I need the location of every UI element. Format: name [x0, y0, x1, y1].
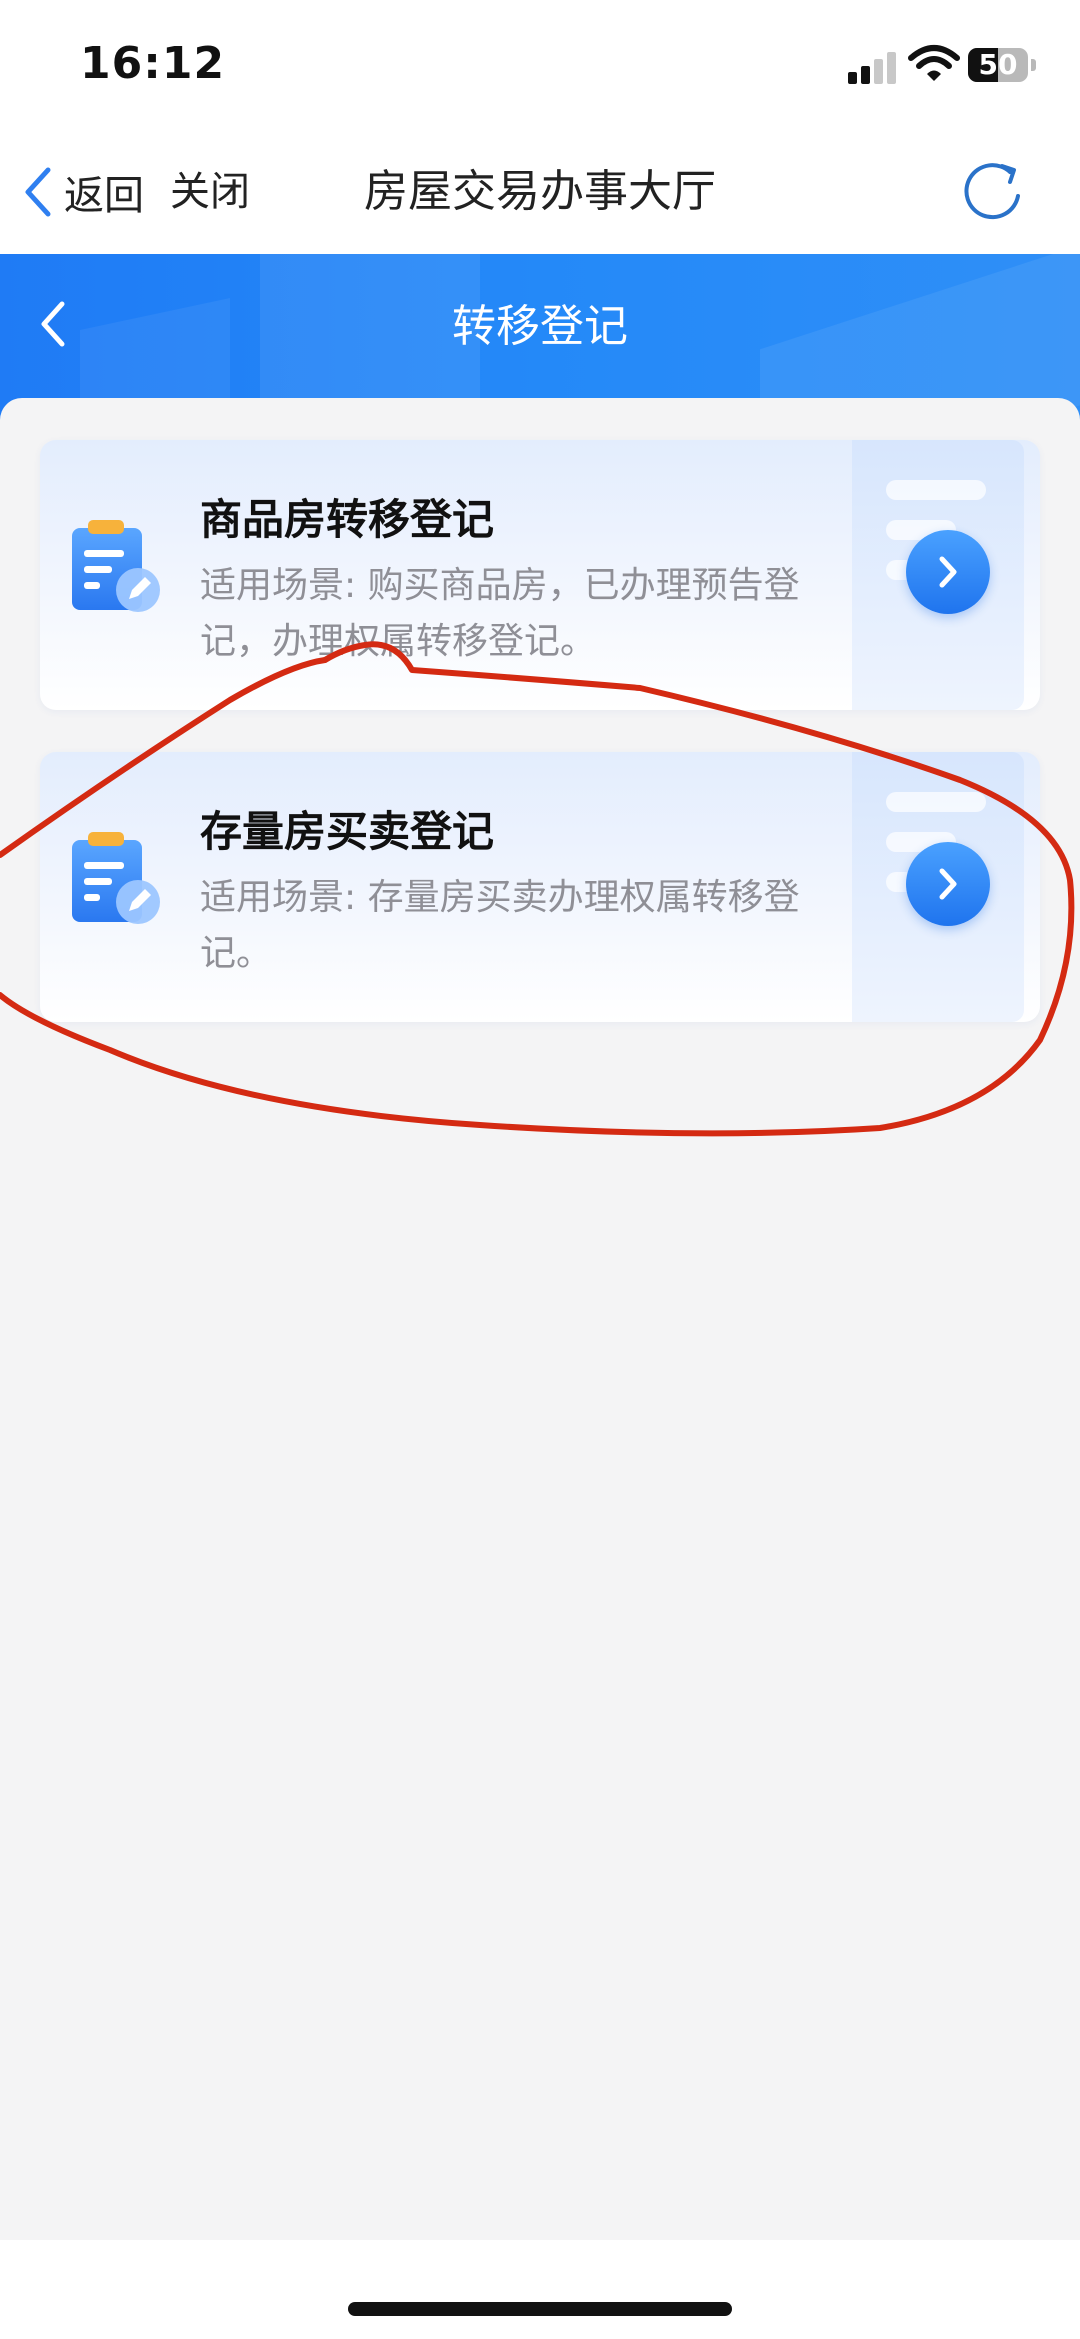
page-title: 房屋交易办事大厅 — [364, 166, 716, 217]
back-button[interactable]: 返回 — [18, 160, 144, 224]
clipboard-edit-icon — [72, 520, 160, 612]
nav-bar: 返回 关闭 房屋交易办事大厅 — [0, 130, 1080, 254]
refresh-icon[interactable] — [958, 156, 1028, 226]
service-card-existing-housing[interactable]: 存量房买卖登记 适用场景: 存量房买卖办理权属转移登记。 — [40, 752, 1040, 1022]
back-label: 返回 — [64, 173, 144, 219]
battery-level: 50 — [978, 48, 1018, 81]
chevron-right-icon — [939, 556, 957, 588]
chevron-left-icon — [25, 167, 51, 217]
bottom-safe-area — [0, 2240, 1080, 2339]
status-time: 16:12 — [80, 38, 226, 89]
card-description: 适用场景: 存量房买卖办理权属转移登记。 — [200, 877, 800, 974]
card-description: 适用场景: 购买商品房，已办理预告登记，办理权属转移登记。 — [200, 565, 800, 662]
banner-title: 转移登记 — [452, 301, 628, 352]
chevron-right-icon — [939, 868, 957, 900]
wifi-icon — [908, 45, 960, 81]
close-button[interactable]: 关闭 — [170, 160, 250, 224]
clipboard-edit-icon — [72, 832, 160, 924]
service-card-commercial-housing[interactable]: 商品房转移登记 适用场景: 购买商品房，已办理预告登记，办理权属转移登记。 — [40, 440, 1040, 710]
card-go-button[interactable] — [906, 530, 990, 614]
battery-icon: 50 — [968, 48, 1038, 84]
card-title: 商品房转移登记 — [200, 495, 495, 544]
signal-icon — [848, 50, 896, 84]
card-title: 存量房买卖登记 — [200, 807, 495, 856]
home-indicator[interactable] — [348, 2302, 732, 2316]
card-go-button[interactable] — [906, 842, 990, 926]
status-bar: 16:12 50 — [0, 0, 1080, 130]
